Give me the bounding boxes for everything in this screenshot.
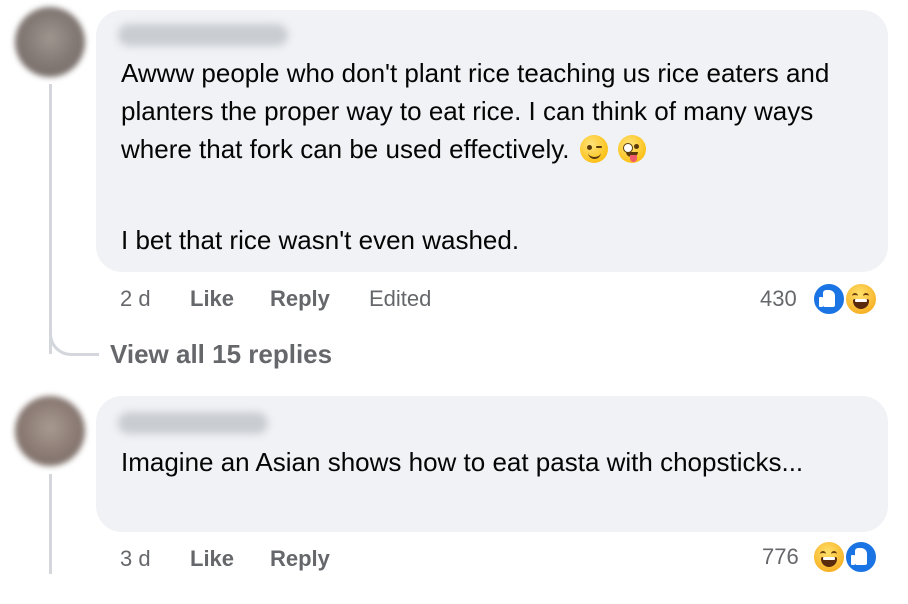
timestamp[interactable]: 2 d: [120, 286, 151, 312]
reply-button[interactable]: Reply: [270, 286, 330, 312]
like-button[interactable]: Like: [190, 286, 234, 312]
author-name-blurred[interactable]: [118, 24, 288, 46]
reaction-count: 776: [762, 544, 799, 569]
reply-button[interactable]: Reply: [270, 546, 330, 572]
comment-meta: 2 d Like Reply Edited: [120, 286, 520, 312]
comment-paragraph: I bet that rice wasn't even washed.: [121, 225, 520, 255]
reaction-summary[interactable]: 430: [758, 282, 888, 316]
comment-paragraph: Awww people who don't plant rice teachin…: [121, 58, 830, 164]
author-name-blurred[interactable]: [118, 412, 268, 434]
winking-face-icon: [579, 135, 608, 163]
like-reaction-icon: [844, 540, 878, 574]
view-all-replies-link[interactable]: View all 15 replies: [110, 338, 332, 370]
reaction-count: 430: [760, 286, 797, 311]
like-reaction-icon: [812, 282, 846, 316]
thread-line: [49, 84, 52, 354]
haha-reaction-icon: [844, 282, 878, 316]
haha-reaction-icon: [812, 540, 846, 574]
like-button[interactable]: Like: [190, 546, 234, 572]
avatar[interactable]: [15, 396, 85, 466]
thread-line: [49, 474, 52, 574]
comment-text: Awww people who don't plant rice teachin…: [121, 54, 861, 168]
thread-connector: [49, 322, 99, 356]
edited-label[interactable]: Edited: [369, 286, 431, 312]
zany-face-icon: [617, 135, 646, 163]
comment-meta: 3 d Like Reply: [120, 546, 520, 572]
timestamp[interactable]: 3 d: [120, 546, 151, 572]
comment-paragraph: Imagine an Asian shows how to eat pasta …: [121, 447, 804, 477]
avatar[interactable]: [15, 7, 85, 77]
reaction-summary[interactable]: 776: [760, 540, 890, 574]
